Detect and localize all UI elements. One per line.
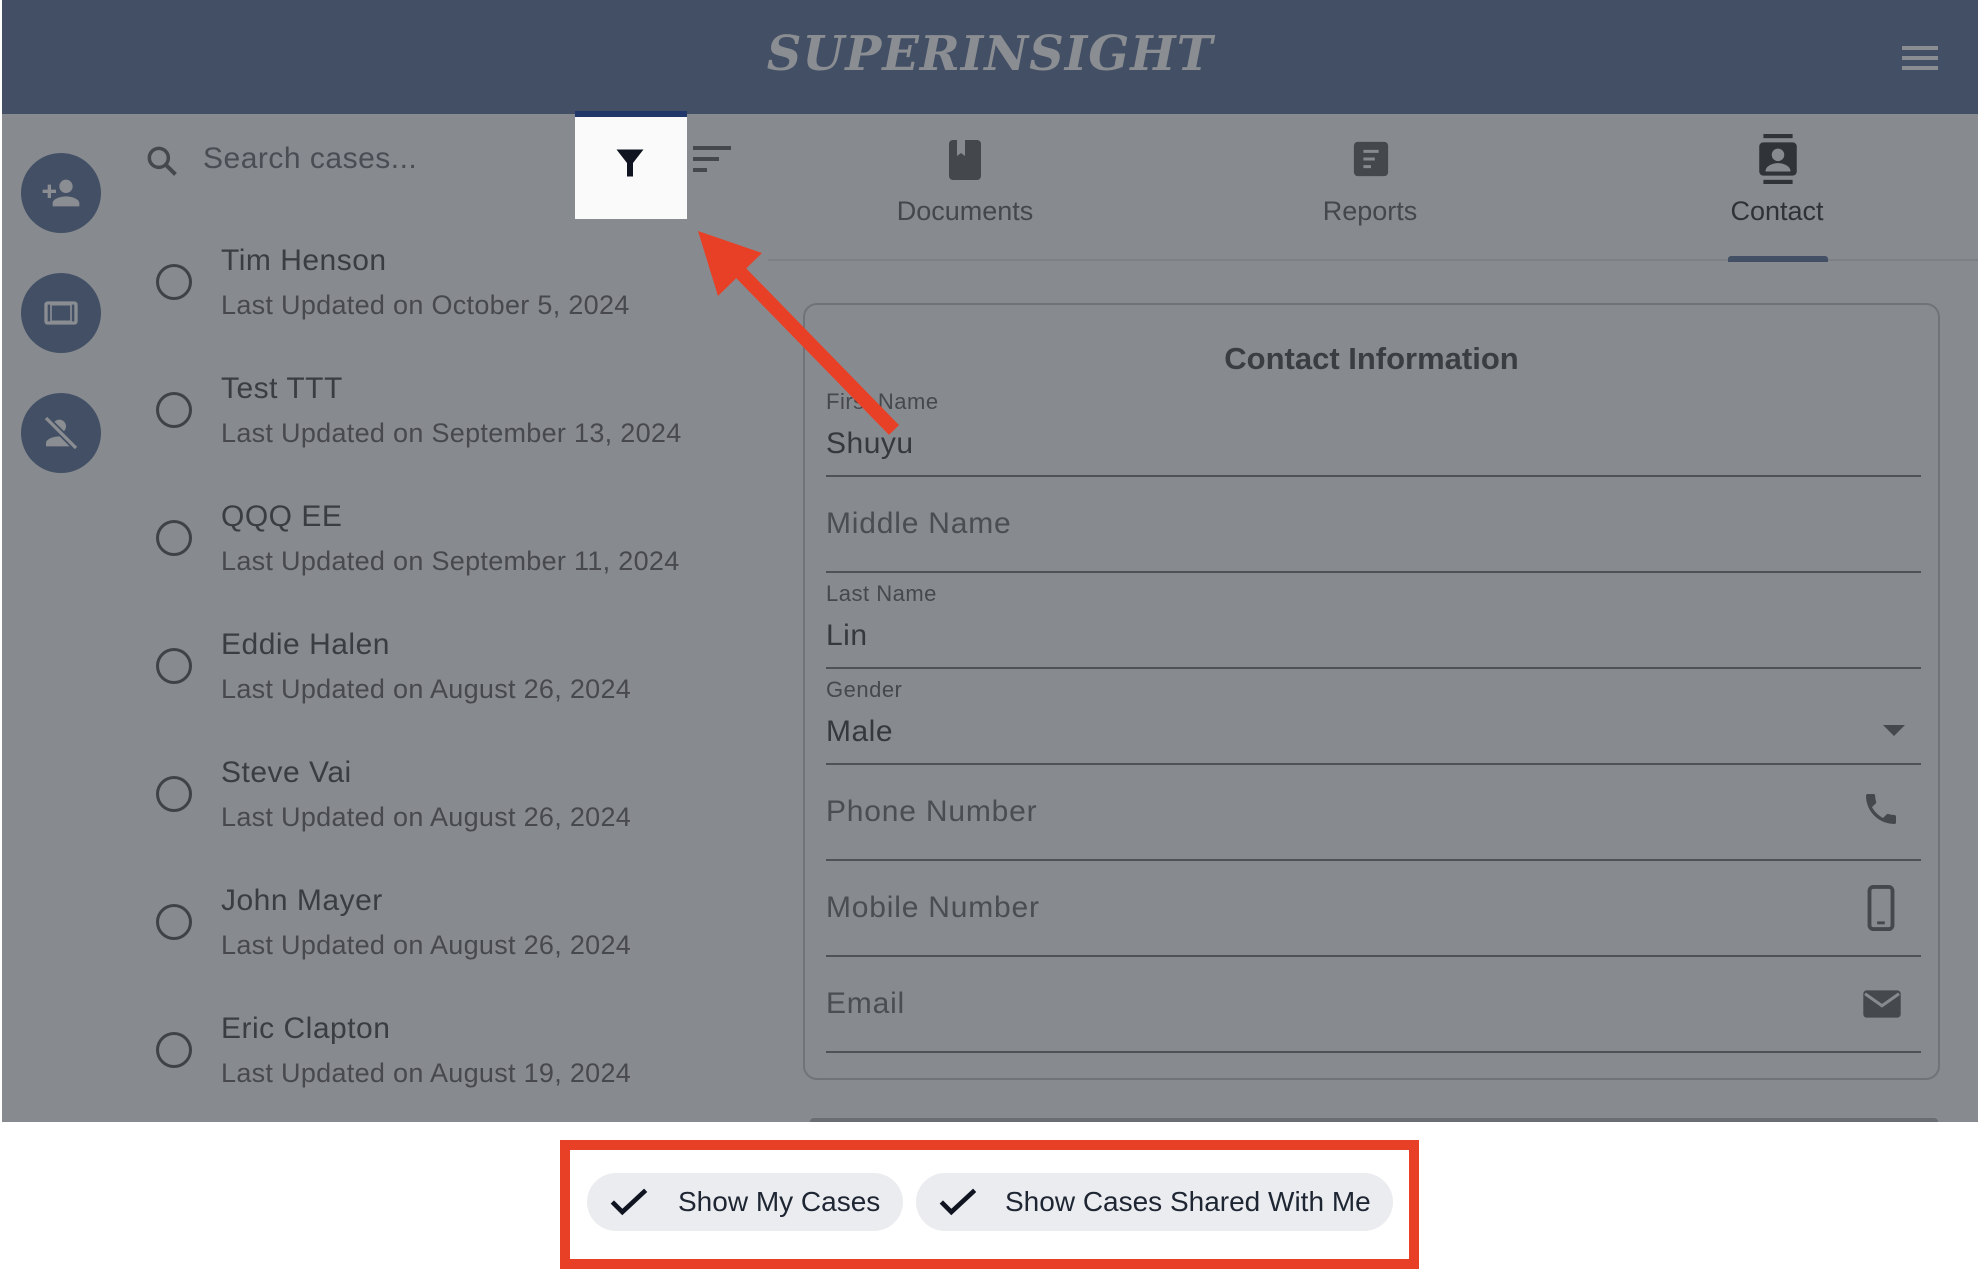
case-radio[interactable] (156, 264, 192, 300)
chip-label: Show Cases Shared With Me (1005, 1186, 1371, 1217)
header: SUPERINSIGHT (2, 0, 1978, 114)
case-date: Last Updated on August 26, 2024 (221, 930, 632, 960)
check-icon (939, 1188, 977, 1216)
phone-icon (1866, 794, 1896, 824)
field-label: First Name (826, 389, 939, 414)
chip-label: Show My Cases (678, 1186, 881, 1217)
filter-button[interactable] (575, 111, 687, 219)
case-radio[interactable] (156, 392, 192, 428)
search-icon (147, 146, 177, 176)
case-date: Last Updated on September 13, 2024 (221, 418, 682, 448)
card-shadow (810, 1118, 1938, 1122)
show-my-cases-chip[interactable]: Show My Cases (587, 1173, 903, 1231)
case-date: Last Updated on August 26, 2024 (221, 674, 632, 704)
contact-card: Contact Information First Name Shuyu Mid… (803, 303, 1940, 1080)
case-radio[interactable] (156, 904, 192, 940)
field-value[interactable]: Lin (826, 619, 868, 653)
case-name: QQQ EE (221, 500, 343, 533)
case-name: Steve Vai (221, 756, 352, 789)
tab-label: Reports (1322, 196, 1418, 226)
email-icon (1863, 990, 1901, 1018)
case-radio[interactable] (156, 1032, 192, 1068)
brand-logo: SUPERINSIGHT (766, 26, 1214, 82)
hamburger-menu-icon[interactable] (1902, 46, 1938, 72)
tab-label: Contact (1730, 196, 1824, 226)
sort-icon[interactable] (693, 146, 731, 176)
field-value[interactable]: Shuyu (826, 427, 914, 461)
case-date: Last Updated on August 26, 2024 (221, 802, 632, 832)
case-radio[interactable] (156, 520, 192, 556)
field-label: Last Name (826, 581, 937, 606)
add-person-button[interactable] (21, 153, 101, 233)
case-radio[interactable] (156, 648, 192, 684)
active-tab-indicator (1728, 256, 1828, 262)
card-title: Contact Information (1224, 341, 1519, 376)
case-name: Eric Clapton (221, 1012, 391, 1045)
tab-label: Documents (896, 196, 1034, 226)
contact-icon (1759, 134, 1797, 184)
field-placeholder[interactable]: Mobile Number (826, 891, 1040, 925)
field-placeholder[interactable]: Middle Name (826, 507, 1012, 541)
report-icon (1353, 141, 1389, 177)
field-label: Gender (826, 677, 903, 702)
add-person-icon (42, 179, 80, 207)
case-date: Last Updated on October 5, 2024 (221, 290, 630, 320)
case-name: John Mayer (221, 884, 383, 917)
mobile-icon (1867, 885, 1895, 931)
dropdown-arrow-icon[interactable] (1883, 725, 1905, 737)
case-name: Eddie Halen (221, 628, 390, 661)
show-shared-cases-chip[interactable]: Show Cases Shared With Me (916, 1173, 1393, 1231)
case-name: Tim Henson (221, 244, 387, 277)
book-icon (949, 140, 981, 180)
field-placeholder[interactable]: Email (826, 987, 905, 1021)
case-date: Last Updated on August 19, 2024 (221, 1058, 632, 1088)
app-window: SUPERINSIGHT Search cases... Tim Henson L… (2, 0, 1978, 1122)
field-placeholder[interactable]: Phone Number (826, 795, 1037, 829)
person-off-icon (43, 415, 79, 451)
check-icon (610, 1188, 648, 1216)
case-radio[interactable] (156, 776, 192, 812)
field-value[interactable]: Male (826, 715, 893, 749)
panel-icon (44, 301, 78, 325)
person-off-button[interactable] (21, 393, 101, 473)
case-date: Last Updated on September 11, 2024 (221, 546, 680, 576)
panel-button[interactable] (21, 273, 101, 353)
filter-icon (616, 149, 644, 177)
case-name: Test TTT (221, 372, 343, 405)
search-input[interactable]: Search cases... (203, 142, 417, 176)
